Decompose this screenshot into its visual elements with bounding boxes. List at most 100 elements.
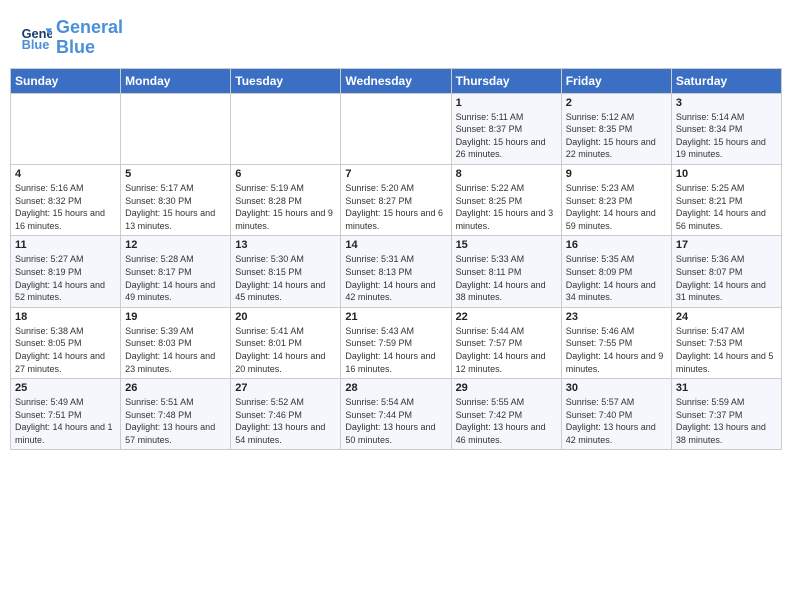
day-number: 3 xyxy=(676,97,777,109)
day-info: Sunrise: 5:41 AMSunset: 8:01 PMDaylight:… xyxy=(235,325,336,375)
calendar-cell: 13 Sunrise: 5:30 AMSunset: 8:15 PMDayligh… xyxy=(231,236,341,307)
calendar-cell: 20 Sunrise: 5:41 AMSunset: 8:01 PMDayligh… xyxy=(231,307,341,378)
day-number: 21 xyxy=(345,311,446,323)
calendar-cell: 21 Sunrise: 5:43 AMSunset: 7:59 PMDayligh… xyxy=(341,307,451,378)
weekday-header-monday: Monday xyxy=(121,68,231,93)
day-info: Sunrise: 5:25 AMSunset: 8:21 PMDaylight:… xyxy=(676,182,777,232)
day-info: Sunrise: 5:23 AMSunset: 8:23 PMDaylight:… xyxy=(566,182,667,232)
day-number: 20 xyxy=(235,311,336,323)
day-number: 31 xyxy=(676,382,777,394)
calendar-cell: 12 Sunrise: 5:28 AMSunset: 8:17 PMDayligh… xyxy=(121,236,231,307)
day-info: Sunrise: 5:19 AMSunset: 8:28 PMDaylight:… xyxy=(235,182,336,232)
calendar-cell: 11 Sunrise: 5:27 AMSunset: 8:19 PMDayligh… xyxy=(11,236,121,307)
calendar-cell xyxy=(341,93,451,164)
calendar-cell: 3 Sunrise: 5:14 AMSunset: 8:34 PMDaylight… xyxy=(671,93,781,164)
weekday-header-saturday: Saturday xyxy=(671,68,781,93)
day-number: 16 xyxy=(566,239,667,251)
calendar-cell: 8 Sunrise: 5:22 AMSunset: 8:25 PMDaylight… xyxy=(451,164,561,235)
day-info: Sunrise: 5:22 AMSunset: 8:25 PMDaylight:… xyxy=(456,182,557,232)
day-info: Sunrise: 5:35 AMSunset: 8:09 PMDaylight:… xyxy=(566,253,667,303)
day-number: 9 xyxy=(566,168,667,180)
logo-general: General xyxy=(56,17,123,37)
day-number: 10 xyxy=(676,168,777,180)
calendar-cell: 19 Sunrise: 5:39 AMSunset: 8:03 PMDayligh… xyxy=(121,307,231,378)
calendar-cell: 14 Sunrise: 5:31 AMSunset: 8:13 PMDayligh… xyxy=(341,236,451,307)
weekday-header-thursday: Thursday xyxy=(451,68,561,93)
day-info: Sunrise: 5:38 AMSunset: 8:05 PMDaylight:… xyxy=(15,325,116,375)
weekday-header-friday: Friday xyxy=(561,68,671,93)
logo: General Blue General Blue xyxy=(20,18,123,58)
day-number: 11 xyxy=(15,239,116,251)
day-number: 13 xyxy=(235,239,336,251)
day-info: Sunrise: 5:44 AMSunset: 7:57 PMDaylight:… xyxy=(456,325,557,375)
calendar-cell: 7Sunrise: 5:20 AMSunset: 8:27 PMDaylight… xyxy=(341,164,451,235)
calendar-cell: 17Sunrise: 5:36 AMSunset: 8:07 PMDayligh… xyxy=(671,236,781,307)
weekday-header-sunday: Sunday xyxy=(11,68,121,93)
day-info: Sunrise: 5:55 AMSunset: 7:42 PMDaylight:… xyxy=(456,396,557,446)
page-header: General Blue General Blue xyxy=(10,10,782,62)
day-number: 29 xyxy=(456,382,557,394)
calendar-cell: 22 Sunrise: 5:44 AMSunset: 7:57 PMDayligh… xyxy=(451,307,561,378)
day-number: 28 xyxy=(345,382,446,394)
day-info: Sunrise: 5:57 AMSunset: 7:40 PMDaylight:… xyxy=(566,396,667,446)
day-info: Sunrise: 5:51 AMSunset: 7:48 PMDaylight:… xyxy=(125,396,226,446)
weekday-header-tuesday: Tuesday xyxy=(231,68,341,93)
day-info: Sunrise: 5:28 AMSunset: 8:17 PMDaylight:… xyxy=(125,253,226,303)
day-info: Sunrise: 5:52 AMSunset: 7:46 PMDaylight:… xyxy=(235,396,336,446)
calendar-cell: 6Sunrise: 5:19 AMSunset: 8:28 PMDaylight… xyxy=(231,164,341,235)
calendar-table: SundayMondayTuesdayWednesdayThursdayFrid… xyxy=(10,68,782,451)
day-number: 4 xyxy=(15,168,116,180)
calendar-cell: 31Sunrise: 5:59 AMSunset: 7:37 PMDayligh… xyxy=(671,379,781,450)
calendar-cell: 30 Sunrise: 5:57 AMSunset: 7:40 PMDayligh… xyxy=(561,379,671,450)
day-info: Sunrise: 5:46 AMSunset: 7:55 PMDaylight:… xyxy=(566,325,667,375)
calendar-cell: 2 Sunrise: 5:12 AMSunset: 8:35 PMDaylight… xyxy=(561,93,671,164)
day-info: Sunrise: 5:47 AMSunset: 7:53 PMDaylight:… xyxy=(676,325,777,375)
day-info: Sunrise: 5:11 AMSunset: 8:37 PMDaylight:… xyxy=(456,111,557,161)
day-number: 8 xyxy=(456,168,557,180)
day-info: Sunrise: 5:31 AMSunset: 8:13 PMDaylight:… xyxy=(345,253,446,303)
day-number: 17 xyxy=(676,239,777,251)
day-number: 12 xyxy=(125,239,226,251)
day-number: 14 xyxy=(345,239,446,251)
day-number: 24 xyxy=(676,311,777,323)
day-number: 1 xyxy=(456,97,557,109)
day-info: Sunrise: 5:43 AMSunset: 7:59 PMDaylight:… xyxy=(345,325,446,375)
calendar-cell: 28 Sunrise: 5:54 AMSunset: 7:44 PMDayligh… xyxy=(341,379,451,450)
calendar-cell: 29 Sunrise: 5:55 AMSunset: 7:42 PMDayligh… xyxy=(451,379,561,450)
calendar-cell: 23 Sunrise: 5:46 AMSunset: 7:55 PMDayligh… xyxy=(561,307,671,378)
day-number: 2 xyxy=(566,97,667,109)
calendar-cell: 27Sunrise: 5:52 AMSunset: 7:46 PMDayligh… xyxy=(231,379,341,450)
calendar-cell: 9 Sunrise: 5:23 AMSunset: 8:23 PMDaylight… xyxy=(561,164,671,235)
day-info: Sunrise: 5:12 AMSunset: 8:35 PMDaylight:… xyxy=(566,111,667,161)
weekday-header-wednesday: Wednesday xyxy=(341,68,451,93)
day-number: 23 xyxy=(566,311,667,323)
calendar-cell: 24 Sunrise: 5:47 AMSunset: 7:53 PMDayligh… xyxy=(671,307,781,378)
calendar-cell: 4Sunrise: 5:16 AMSunset: 8:32 PMDaylight… xyxy=(11,164,121,235)
calendar-cell: 15 Sunrise: 5:33 AMSunset: 8:11 PMDayligh… xyxy=(451,236,561,307)
logo-blue: Blue xyxy=(56,37,95,57)
calendar-cell: 25 Sunrise: 5:49 AMSunset: 7:51 PMDayligh… xyxy=(11,379,121,450)
day-info: Sunrise: 5:39 AMSunset: 8:03 PMDaylight:… xyxy=(125,325,226,375)
logo-text: General Blue xyxy=(56,18,123,58)
calendar-cell xyxy=(231,93,341,164)
day-info: Sunrise: 5:30 AMSunset: 8:15 PMDaylight:… xyxy=(235,253,336,303)
day-info: Sunrise: 5:27 AMSunset: 8:19 PMDaylight:… xyxy=(15,253,116,303)
day-number: 25 xyxy=(15,382,116,394)
calendar-cell: 10 Sunrise: 5:25 AMSunset: 8:21 PMDayligh… xyxy=(671,164,781,235)
calendar-cell: 16 Sunrise: 5:35 AMSunset: 8:09 PMDayligh… xyxy=(561,236,671,307)
day-number: 22 xyxy=(456,311,557,323)
day-info: Sunrise: 5:33 AMSunset: 8:11 PMDaylight:… xyxy=(456,253,557,303)
day-info: Sunrise: 5:20 AMSunset: 8:27 PMDaylight:… xyxy=(345,182,446,232)
calendar-cell: 18 Sunrise: 5:38 AMSunset: 8:05 PMDayligh… xyxy=(11,307,121,378)
day-info: Sunrise: 5:54 AMSunset: 7:44 PMDaylight:… xyxy=(345,396,446,446)
day-number: 18 xyxy=(15,311,116,323)
day-number: 19 xyxy=(125,311,226,323)
day-number: 15 xyxy=(456,239,557,251)
day-info: Sunrise: 5:49 AMSunset: 7:51 PMDaylight:… xyxy=(15,396,116,446)
day-number: 5 xyxy=(125,168,226,180)
calendar-cell xyxy=(121,93,231,164)
day-number: 30 xyxy=(566,382,667,394)
svg-text:Blue: Blue xyxy=(22,37,50,52)
day-info: Sunrise: 5:14 AMSunset: 8:34 PMDaylight:… xyxy=(676,111,777,161)
day-number: 26 xyxy=(125,382,226,394)
